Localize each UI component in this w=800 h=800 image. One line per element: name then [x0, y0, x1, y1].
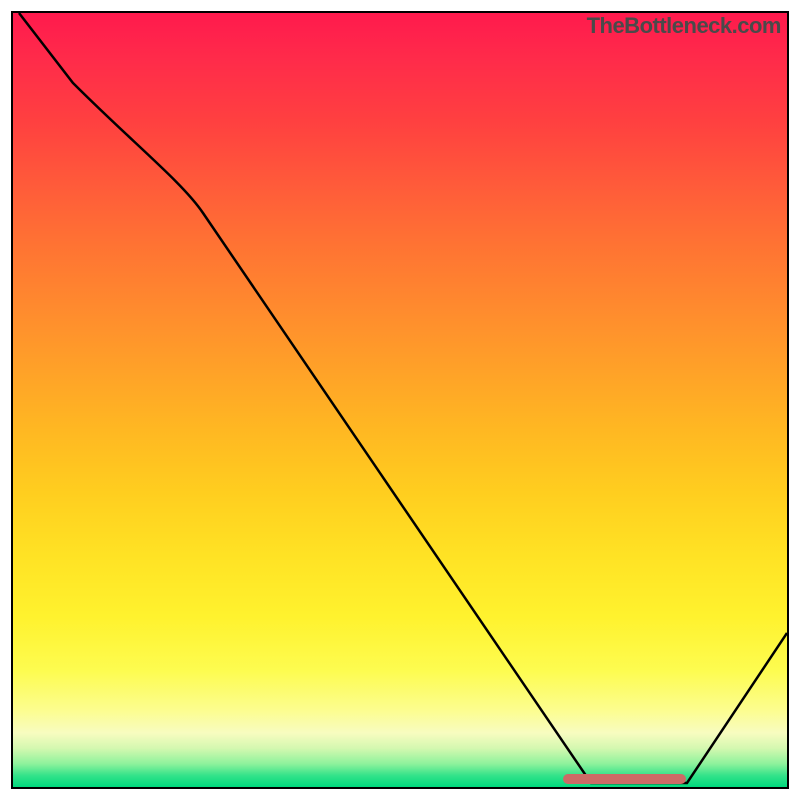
watermark-label: TheBottleneck.com	[587, 13, 781, 39]
curve-path	[19, 13, 787, 783]
chart-plot-area: TheBottleneck.com	[11, 11, 789, 789]
bottleneck-curve	[13, 13, 787, 787]
optimal-range-bar	[563, 774, 687, 784]
